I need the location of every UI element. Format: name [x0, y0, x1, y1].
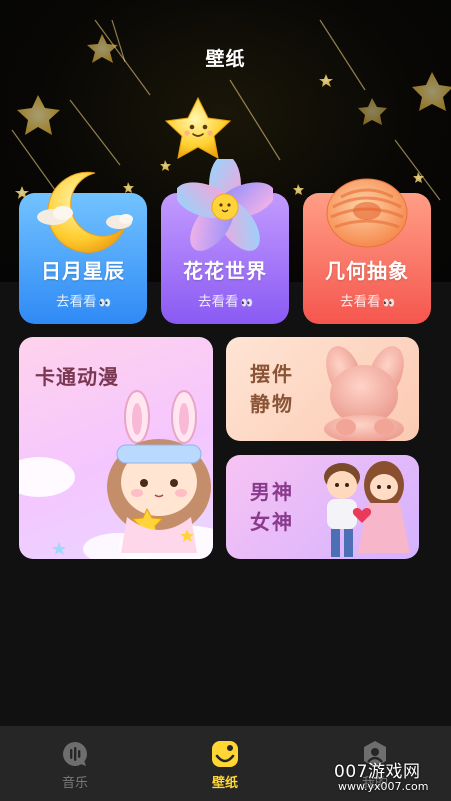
watermark-text: 007游戏网 [334, 762, 421, 782]
tile-ornament-still-life[interactable]: 摆件静物 [226, 337, 419, 441]
tab-label: 音乐 [61, 776, 88, 791]
bunny-girl-illustration [19, 390, 213, 559]
tile-gods-goddesses[interactable]: 男神女神 [226, 455, 419, 559]
crescent-moon-icon [37, 171, 133, 253]
category-title: 日月星辰 [41, 259, 125, 283]
wallpaper-face-icon [212, 741, 238, 767]
category-card-sun-moon-stars[interactable]: 日月星辰 去看看 👀 [19, 171, 147, 324]
eyes-icon: 👀 [240, 298, 253, 309]
tab-music[interactable]: 音乐 [0, 726, 150, 801]
category-title: 几何抽象 [325, 259, 409, 283]
music-chat-icon [63, 742, 87, 766]
tile-cartoon-anime[interactable]: 卡通动漫 [19, 337, 213, 559]
category-title: 花花世界 [183, 259, 267, 283]
tab-wallpaper[interactable]: 壁纸 [150, 726, 300, 801]
flower-icon [177, 159, 273, 251]
tab-label: 壁纸 [211, 776, 238, 791]
category-subtitle: 去看看 👀 [340, 294, 395, 310]
category-card-geometric-abstract[interactable]: 几何抽象 去看看 👀 [303, 178, 431, 324]
category-subtitle: 去看看 👀 [56, 294, 111, 310]
knot-ring-icon [326, 178, 408, 248]
couple-illustration [324, 461, 410, 557]
eyes-icon: 👀 [382, 298, 395, 309]
watermark-url: www.yx007.com [338, 780, 429, 793]
smiling-star-icon [164, 96, 232, 159]
category-subtitle: 去看看 👀 [198, 294, 253, 310]
bunny-figurine-illustration [324, 346, 404, 441]
eyes-icon: 👀 [98, 298, 111, 309]
page-title: 壁纸 [205, 48, 246, 70]
category-card-flower-world[interactable]: 花花世界 去看看 👀 [161, 159, 289, 324]
